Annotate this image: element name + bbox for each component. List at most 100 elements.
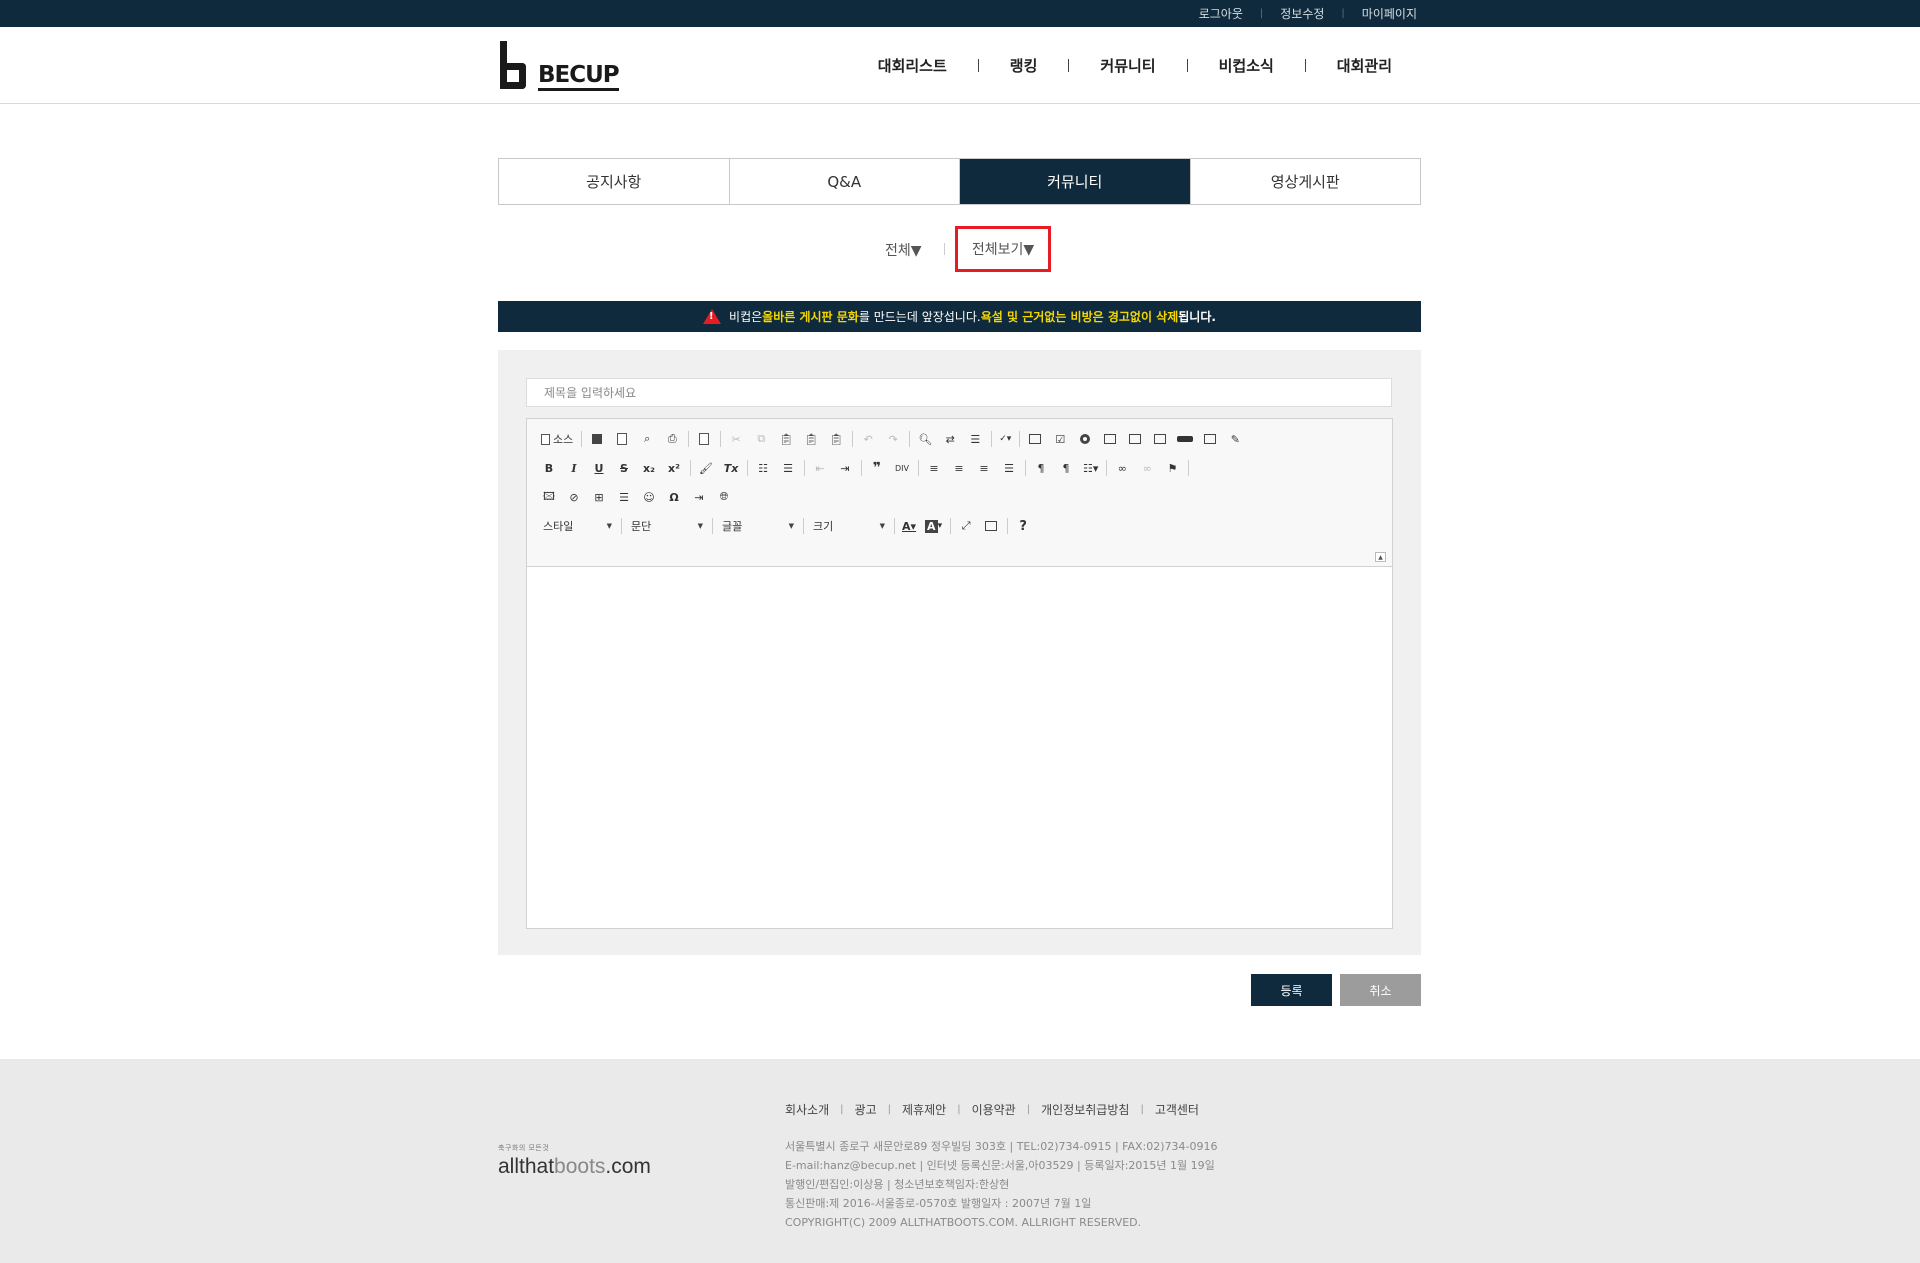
category-dropdown[interactable]: 전체▼ xyxy=(885,240,922,260)
footer-link-support[interactable]: 고객센터 xyxy=(1155,1101,1199,1118)
allthatboots-logo[interactable]: 축구화의 모든것 allthatboots.com xyxy=(498,1143,651,1179)
align-center-button[interactable]: ≡ xyxy=(949,458,969,478)
remove-format-button[interactable]: Tx xyxy=(721,458,741,478)
horizontal-rule-button[interactable]: ☰ xyxy=(614,487,634,507)
save-button[interactable] xyxy=(587,429,607,449)
italic-button[interactable]: I xyxy=(564,458,584,478)
find-button[interactable]: 🔍︎ xyxy=(915,429,935,449)
replace-button[interactable]: ⇄ xyxy=(940,429,960,449)
special-char-button[interactable]: Ω xyxy=(664,487,684,507)
nav-item-becup-news[interactable]: 비컵소식 xyxy=(1219,55,1274,76)
tab-community[interactable]: 커뮤니티 xyxy=(960,159,1191,204)
cancel-button[interactable]: 취소 xyxy=(1340,974,1421,1006)
align-justify-button[interactable]: ☰ xyxy=(999,458,1019,478)
about-button[interactable]: ? xyxy=(1013,516,1033,536)
tab-qna[interactable]: Q&A xyxy=(729,159,960,204)
spellcheck-button[interactable]: ✓▾ xyxy=(997,429,1013,449)
language-button[interactable]: ☷▾ xyxy=(1081,458,1100,478)
radio-button[interactable] xyxy=(1075,429,1095,449)
edit-profile-link[interactable]: 정보수정 xyxy=(1280,5,1324,22)
image-button-field-button[interactable] xyxy=(1200,429,1220,449)
button-field-button[interactable] xyxy=(1175,429,1195,449)
footer-link-ads[interactable]: 광고 xyxy=(855,1101,877,1118)
footer-link-privacy[interactable]: 개인정보취급방침 xyxy=(1041,1101,1129,1118)
bulleted-list-button[interactable]: ☰ xyxy=(778,458,798,478)
underline-button[interactable]: U xyxy=(589,458,609,478)
footer-link-company[interactable]: 회사소개 xyxy=(785,1101,829,1118)
iframe-button[interactable]: 🌐︎ xyxy=(714,487,734,507)
page-break-button[interactable]: ⇥ xyxy=(689,487,709,507)
remove-format-icon: Tx xyxy=(723,461,739,475)
replace-icon: ⇄ xyxy=(945,432,955,446)
maximize-button[interactable]: ⤢ xyxy=(956,516,976,536)
font-combo-label: 글꼴 xyxy=(722,520,743,533)
smiley-button[interactable]: ☺ xyxy=(639,487,659,507)
checkbox-button[interactable]: ☑ xyxy=(1050,429,1070,449)
table-button[interactable]: ⊞ xyxy=(589,487,609,507)
text-color-button[interactable]: A▾ xyxy=(900,516,918,536)
superscript-button[interactable]: x² xyxy=(664,458,684,478)
becup-logo[interactable]: BECUP xyxy=(498,39,620,91)
size-combo[interactable]: 크기 ▼ xyxy=(809,516,885,536)
anchor-button[interactable]: ⚑ xyxy=(1162,458,1182,478)
hidden-field-button[interactable]: ✎ xyxy=(1225,429,1245,449)
subscript-button[interactable]: x₂ xyxy=(639,458,659,478)
toolbar-separator xyxy=(1019,431,1021,447)
indent-button[interactable]: ⇥ xyxy=(835,458,855,478)
unlink-button[interactable]: ∞ xyxy=(1137,458,1157,478)
print-button[interactable]: ⎙ xyxy=(662,429,682,449)
redo-button[interactable]: ↷ xyxy=(883,429,903,449)
form-button[interactable] xyxy=(1025,429,1045,449)
paragraph-combo[interactable]: 문단 ▼ xyxy=(627,516,703,536)
font-combo[interactable]: 글꼴 ▼ xyxy=(718,516,794,536)
textfield-button[interactable] xyxy=(1100,429,1120,449)
copy-format-button[interactable]: 🖌︎ xyxy=(696,458,716,478)
view-all-dropdown[interactable]: 전체보기▼ xyxy=(955,226,1051,272)
copy-button[interactable]: ⧉ xyxy=(751,429,771,449)
style-combo[interactable]: 스타일 ▼ xyxy=(539,516,612,536)
footer-logo-tagline: 축구화의 모든것 xyxy=(498,1144,550,1152)
select-field-button[interactable] xyxy=(1150,429,1170,449)
rtl-button[interactable]: ¶ xyxy=(1056,458,1076,478)
link-button[interactable]: ∞ xyxy=(1112,458,1132,478)
footer-link-partnership[interactable]: 제휴제안 xyxy=(902,1101,946,1118)
nav-item-tournament-admin[interactable]: 대회관리 xyxy=(1337,55,1392,76)
new-page-button[interactable] xyxy=(612,429,632,449)
align-right-button[interactable]: ≡ xyxy=(974,458,994,478)
toolbar-collapse-button[interactable]: ▲ xyxy=(1375,552,1386,562)
bold-button[interactable]: B xyxy=(539,458,559,478)
paste-button[interactable]: 📋︎ xyxy=(776,429,796,449)
undo-button[interactable]: ↶ xyxy=(858,429,878,449)
nav-item-ranking[interactable]: 랭킹 xyxy=(1010,55,1038,76)
title-input[interactable] xyxy=(526,378,1392,407)
nav-item-community[interactable]: 커뮤니티 xyxy=(1100,55,1155,76)
ltr-button[interactable]: ¶ xyxy=(1031,458,1051,478)
bg-color-button[interactable]: A ▾ xyxy=(923,516,944,536)
tab-notice[interactable]: 공지사항 xyxy=(499,159,730,204)
div-container-button[interactable]: DIV xyxy=(892,458,912,478)
footer-link-terms[interactable]: 이용약관 xyxy=(972,1101,1016,1118)
tab-video-board[interactable]: 영상게시판 xyxy=(1190,159,1420,204)
cut-button[interactable]: ✂ xyxy=(726,429,746,449)
paste-word-button[interactable]: 📋︎ xyxy=(826,429,846,449)
select-all-button[interactable]: ☰ xyxy=(965,429,985,449)
align-left-button[interactable]: ≡ xyxy=(924,458,944,478)
source-button[interactable]: 소스 xyxy=(539,429,575,449)
show-blocks-button[interactable] xyxy=(981,516,1001,536)
textarea-button[interactable] xyxy=(1125,429,1145,449)
image-button[interactable]: 🖾 xyxy=(539,487,559,507)
paste-text-button[interactable]: 📋︎ xyxy=(801,429,821,449)
flash-button[interactable]: ⊘ xyxy=(564,487,584,507)
numbered-list-button[interactable]: ☷ xyxy=(753,458,773,478)
strike-button[interactable]: S xyxy=(614,458,634,478)
outdent-button[interactable]: ⇤ xyxy=(810,458,830,478)
logout-link[interactable]: 로그아웃 xyxy=(1199,5,1243,22)
submit-button[interactable]: 등록 xyxy=(1251,974,1332,1006)
mypage-link[interactable]: 마이페이지 xyxy=(1362,5,1417,22)
templates-button[interactable] xyxy=(694,429,714,449)
preview-button[interactable]: ⌕ xyxy=(637,429,657,449)
divider xyxy=(1304,59,1306,72)
editor-content-area[interactable] xyxy=(527,568,1392,928)
blockquote-button[interactable]: ❞ xyxy=(867,458,887,478)
nav-item-tournament-list[interactable]: 대회리스트 xyxy=(878,55,947,76)
